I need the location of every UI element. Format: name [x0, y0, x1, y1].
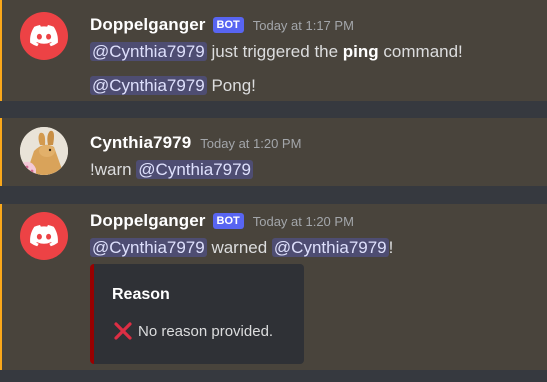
message-text: !warn: [90, 160, 137, 179]
message-header: Cynthia7979 Today at 1:20 PM: [90, 133, 301, 153]
user-mention[interactable]: @Cynthia7979: [271, 238, 389, 257]
bot-tag: BOT: [212, 213, 244, 229]
message-1: Doppelganger BOT Today at 1:17 PM @Cynth…: [0, 0, 547, 101]
author-name[interactable]: Doppelganger: [90, 211, 206, 231]
message-line: @Cynthia7979 just triggered the ping com…: [90, 40, 463, 64]
message-line: @Cynthia7979 Pong!: [90, 74, 256, 98]
author-name[interactable]: Doppelganger: [90, 15, 206, 35]
discord-logo-icon: [30, 225, 58, 247]
embed-description: No reason provided.: [112, 320, 273, 342]
cross-mark-icon: [114, 322, 132, 340]
user-mention[interactable]: @Cynthia7979: [90, 42, 207, 61]
author-name[interactable]: Cynthia7979: [90, 133, 191, 153]
embed: Reason No reason provided.: [90, 264, 304, 364]
message-text: warned: [206, 238, 272, 257]
message-header: Doppelganger BOT Today at 1:17 PM: [90, 15, 354, 35]
message-header: Doppelganger BOT Today at 1:20 PM: [90, 211, 354, 231]
user-mention[interactable]: @Cynthia7979: [90, 238, 207, 257]
message-text: just triggered the: [206, 42, 343, 61]
bold-text: ping: [342, 42, 379, 61]
rabbit-avatar-icon: [20, 127, 68, 175]
bot-tag: BOT: [212, 17, 244, 33]
timestamp[interactable]: Today at 1:17 PM: [253, 18, 354, 33]
user-avatar[interactable]: [20, 127, 68, 175]
message-line: @Cynthia7979 warned @Cynthia7979!: [90, 236, 393, 260]
user-mention[interactable]: @Cynthia7979: [90, 76, 207, 95]
message-text: command!: [378, 42, 463, 61]
timestamp[interactable]: Today at 1:20 PM: [200, 136, 301, 151]
message-text: Pong!: [206, 76, 256, 95]
message-text: !: [388, 238, 394, 257]
timestamp[interactable]: Today at 1:20 PM: [253, 214, 354, 229]
embed-title: Reason: [112, 286, 170, 303]
bot-avatar[interactable]: [20, 212, 68, 260]
user-mention[interactable]: @Cynthia7979: [136, 160, 254, 179]
bot-avatar[interactable]: [20, 12, 68, 60]
message-line: !warn @Cynthia7979: [90, 158, 254, 182]
discord-logo-icon: [30, 25, 58, 47]
embed-description-text: No reason provided.: [138, 322, 274, 340]
message-3: Doppelganger BOT Today at 1:20 PM @Cynth…: [0, 204, 547, 370]
message-2: Cynthia7979 Today at 1:20 PM !warn @Cynt…: [0, 118, 547, 186]
